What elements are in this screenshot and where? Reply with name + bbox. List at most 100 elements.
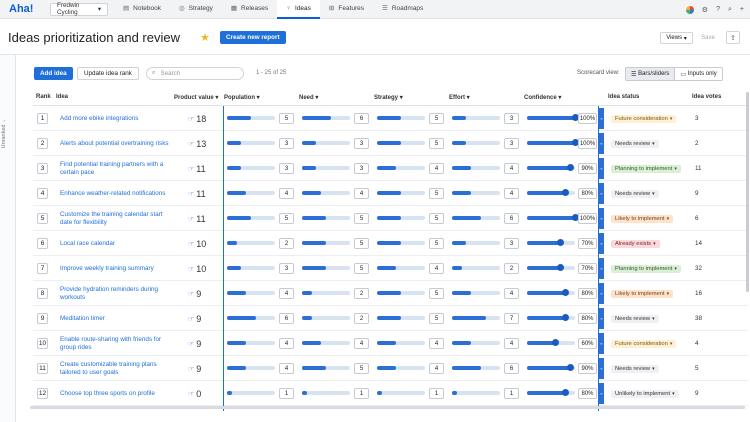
table-row[interactable]: 11 Create customizable training plans tai… [33,356,748,381]
effort-value-input[interactable]: 3 [504,113,519,124]
rank-box[interactable]: 2 [37,138,48,149]
population-value-input[interactable]: 2 [279,238,294,249]
nav-tab-features[interactable]: ⊞ Features [320,0,373,19]
confidence-value-input[interactable]: 100% [578,113,597,124]
effort-value-input[interactable]: 4 [504,288,519,299]
avatar[interactable] [685,5,694,14]
idea-link[interactable]: Provide hydration reminders during worko… [60,286,170,302]
status-badge[interactable]: Likely to implement ▾ [611,289,674,298]
table-row[interactable]: 7 Improve weekly training summary ☞ 10 3 5 4 2 7… [33,256,748,281]
status-badge[interactable]: Future consideration ▾ [611,339,677,348]
settings-icon[interactable]: ⚙ [702,6,708,14]
expand-arrow-icon[interactable]: « [599,358,604,379]
confidence-value-input[interactable]: 60% [578,338,597,349]
population-slider[interactable] [227,391,275,395]
confidence-slider-knob[interactable] [561,389,569,396]
strategy-value-input[interactable]: 5 [429,288,444,299]
comment-icon[interactable]: ☞ [188,390,194,398]
expand-arrow-icon[interactable]: « [599,133,604,154]
need-slider[interactable] [302,391,350,395]
confidence-value-input[interactable]: 80% [578,288,597,299]
table-row[interactable]: 12 Choose top three sports on profile ☞ 0 1 1… [33,381,748,406]
col-status[interactable]: Idea status [608,94,639,100]
effort-value-input[interactable]: 2 [504,263,519,274]
help-icon[interactable]: ? [716,6,720,13]
need-value-input[interactable]: 2 [354,288,369,299]
nav-tab-notebook[interactable]: ▤ Notebook [114,0,170,19]
star-icon[interactable]: ★ [200,31,210,44]
logo[interactable]: Aha! [9,3,45,15]
idea-link[interactable]: Meditation timer [60,315,170,323]
confidence-slider-knob[interactable] [566,164,574,171]
confidence-value-input[interactable]: 80% [578,313,597,324]
need-value-input[interactable]: 3 [354,163,369,174]
status-badge[interactable]: Needs review ▾ [611,364,659,373]
status-badge[interactable]: Planning to implement ▾ [611,164,681,173]
effort-value-input[interactable]: 3 [504,238,519,249]
table-row[interactable]: 10 Enable route-sharing with friends for … [33,331,748,356]
strategy-value-input[interactable]: 5 [429,213,444,224]
col-votes[interactable]: Idea votes [692,94,721,100]
inputs-only-option[interactable]: ▭ Inputs only [675,68,721,80]
effort-value-input[interactable]: 4 [504,338,519,349]
rank-box[interactable]: 4 [37,188,48,199]
idea-link[interactable]: Enable route-sharing with friends for gr… [60,336,170,352]
share-icon[interactable]: ⇪ [726,31,740,44]
table-row[interactable]: 9 Meditation timer ☞ 9 6 2 5 7 80% «Needs review ▾… [33,306,748,331]
effort-value-input[interactable]: 6 [504,363,519,374]
rank-box[interactable]: 10 [37,338,48,349]
rank-box[interactable]: 5 [37,213,48,224]
status-badge[interactable]: Needs review ▾ [611,314,659,323]
save-button[interactable]: Save [697,32,719,44]
col-confidence[interactable]: Confidence ▾ [524,94,561,101]
status-badge[interactable]: Likely to implement ▾ [611,214,674,223]
expand-arrow-icon[interactable]: « [599,233,604,254]
need-value-input[interactable]: 5 [354,213,369,224]
need-value-input[interactable]: 2 [354,313,369,324]
confidence-value-input[interactable]: 100% [578,213,597,224]
search-input[interactable]: Search [160,70,180,77]
confidence-slider-knob[interactable] [561,314,569,321]
confidence-value-input[interactable]: 90% [578,363,597,374]
confidence-value-input[interactable]: 90% [578,163,597,174]
confidence-value-input[interactable]: 100% [578,138,597,149]
rank-box[interactable]: 8 [37,288,48,299]
idea-link[interactable]: Customize the training calendar start da… [60,211,170,227]
search-icon[interactable]: ⌕ [728,6,732,14]
need-value-input[interactable]: 3 [354,138,369,149]
expand-arrow-icon[interactable]: « [599,258,604,279]
confidence-value-input[interactable]: 70% [578,238,597,249]
create-report-button[interactable]: Create new report [220,31,286,44]
col-population[interactable]: Population ▾ [224,94,260,101]
table-row[interactable]: 6 Local race calendar ☞ 10 2 5 5 3 70% « Already e… [33,231,748,256]
table-row[interactable]: 8 Provide hydration reminders during work… [33,281,748,306]
comment-icon[interactable]: ☞ [188,340,194,348]
workspace-select[interactable]: Fredwin Cycling ▾ [50,2,108,16]
comment-icon[interactable]: ☞ [188,215,194,223]
strategy-value-input[interactable]: 1 [429,388,444,399]
effort-value-input[interactable]: 7 [504,313,519,324]
status-badge[interactable]: Needs review ▾ [611,139,659,148]
strategy-value-input[interactable]: 5 [429,188,444,199]
comment-icon[interactable]: ☞ [188,265,194,273]
effort-value-input[interactable]: 1 [504,388,519,399]
rank-box[interactable]: 12 [37,388,48,399]
strategy-value-input[interactable]: 4 [429,263,444,274]
comment-icon[interactable]: ☞ [188,140,194,148]
expand-arrow-icon[interactable]: « [599,333,604,354]
confidence-value-input[interactable]: 80% [578,388,597,399]
expand-arrow-icon[interactable]: « [599,208,604,229]
col-strategy[interactable]: Strategy ▾ [374,94,403,101]
confidence-value-input[interactable]: 70% [578,263,597,274]
strategy-value-input[interactable]: 4 [429,338,444,349]
population-value-input[interactable]: 3 [279,138,294,149]
effort-slider[interactable] [452,391,500,395]
status-badge[interactable]: Future consideration ▾ [611,114,677,123]
nav-tab-ideas[interactable]: ♀ Ideas [277,0,320,19]
status-badge[interactable]: Planning to implement ▾ [611,264,681,273]
confidence-slider-knob[interactable] [561,289,569,296]
col-idea[interactable]: Idea [56,94,68,100]
idea-link[interactable]: Choose top three sports on profile [60,390,170,398]
status-badge[interactable]: Already exists ▾ [611,239,660,248]
comment-icon[interactable]: ☞ [188,240,194,248]
